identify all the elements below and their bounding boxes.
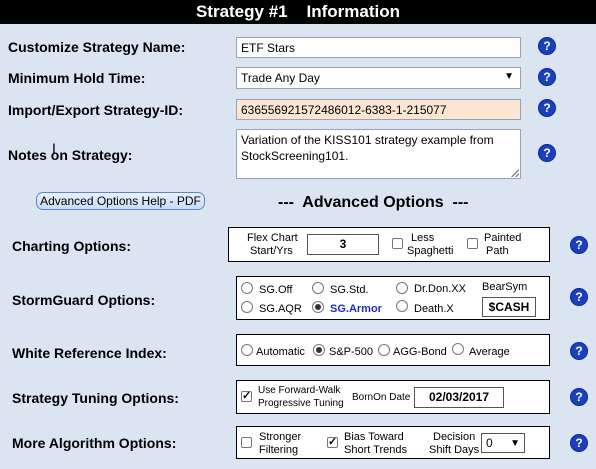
help-icon[interactable]: ? — [570, 288, 588, 306]
forward-walk-checkbox[interactable] — [241, 389, 252, 402]
less-spaghetti-checkbox[interactable] — [392, 238, 403, 249]
bias-short-trends-label-2: Short Trends — [344, 444, 407, 456]
help-icon[interactable]: ? — [570, 388, 588, 406]
stronger-filtering-checkbox[interactable] — [241, 437, 252, 448]
stronger-filtering-label: Stronger — [259, 431, 302, 443]
stronger-filtering-label-2: Filtering — [259, 444, 299, 456]
average-label: Average — [469, 346, 510, 358]
flex-chart-label-2: Start/Yrs — [250, 245, 293, 257]
white-reference-label: White Reference Index: — [12, 345, 167, 361]
import-export-label: Import/Export Strategy-ID: — [8, 102, 184, 118]
decision-shift-label-2: Shift Days — [429, 444, 480, 456]
help-icon[interactable]: ? — [538, 99, 556, 117]
hold-time-label: Minimum Hold Time: — [8, 70, 146, 86]
help-icon[interactable]: ? — [538, 144, 556, 162]
text-cursor-icon: I — [52, 140, 56, 156]
forward-walk-label-2: Progressive Tuning — [258, 398, 344, 409]
born-on-label: BornOn Date — [352, 392, 411, 403]
flex-chart-label: Flex Chart — [247, 232, 298, 244]
tuning-options-panel: Use Forward-Walk Progressive Tuning Born… — [236, 380, 550, 414]
flex-chart-years-input[interactable]: 3 — [307, 234, 379, 255]
dr-don-label: Dr.Don.XX — [414, 283, 466, 295]
shift-days-select[interactable]: 0 ▼ — [481, 433, 525, 453]
stormguard-options-label: StormGuard Options: — [12, 292, 156, 308]
strategy-tuning-label: Strategy Tuning Options: — [12, 390, 179, 406]
less-spaghetti-label: Less — [411, 232, 435, 244]
sg-aqr-label: SG.AQR — [259, 303, 302, 315]
painted-path-checkbox[interactable] — [467, 238, 478, 249]
notes-value: Variation of the KISS101 strategy exampl… — [241, 133, 494, 163]
sp500-label: S&P-500 — [329, 346, 374, 358]
forward-walk-label: Use Forward-Walk — [258, 385, 341, 396]
agg-bond-label: AGG-Bond — [393, 346, 447, 358]
sp500-radio[interactable] — [313, 344, 325, 356]
strategy-name-label: Customize Strategy Name: — [8, 39, 186, 55]
title-strategy: Strategy #1 — [195, 2, 288, 21]
sg-armor-radio[interactable] — [312, 301, 324, 313]
average-radio[interactable] — [452, 343, 464, 355]
charting-options-panel: Flex Chart Start/Yrs 3 Less Spaghetti Pa… — [228, 227, 550, 262]
sg-off-radio[interactable] — [241, 282, 253, 294]
hold-time-select[interactable]: Trade Any Day ▼ — [236, 67, 521, 89]
advanced-help-pdf-button[interactable]: Advanced Options Help - PDF — [36, 192, 205, 210]
advanced-options-heading: --- Advanced Options --- — [278, 194, 469, 211]
notes-label: Notes on Strategy: — [8, 147, 133, 163]
reference-options-panel: Automatic S&P-500 AGG-Bond Average — [236, 334, 550, 366]
bearsym-input[interactable]: $CASH — [482, 297, 536, 317]
bearsym-label: BearSym — [482, 281, 528, 293]
bias-short-trends-label: Bias Toward — [344, 431, 404, 443]
dr-don-radio[interactable] — [396, 282, 408, 294]
death-x-label: Death.X — [414, 303, 454, 315]
title-information: Information — [306, 2, 401, 21]
charting-options-label: Charting Options: — [12, 238, 131, 254]
automatic-radio[interactable] — [241, 344, 253, 356]
title-bar: Strategy #1 Information — [0, 0, 596, 24]
decision-shift-label: Decision — [433, 431, 476, 443]
death-x-radio[interactable] — [396, 300, 408, 312]
painted-path-label-2: Path — [486, 245, 509, 257]
chevron-down-icon: ▼ — [510, 438, 520, 449]
automatic-label: Automatic — [256, 346, 305, 358]
less-spaghetti-label-2: Spaghetti — [407, 245, 454, 257]
strategy-id-value: 636556921572486012-6383-1-215077 — [241, 102, 447, 117]
sg-armor-label: SG.Armor — [330, 303, 382, 315]
painted-path-label: Painted — [484, 232, 522, 244]
help-icon[interactable]: ? — [538, 37, 556, 55]
strategy-id-input[interactable]: 636556921572486012-6383-1-215077 — [236, 99, 521, 120]
shift-days-value: 0 — [486, 436, 493, 450]
help-icon[interactable]: ? — [570, 236, 588, 254]
chevron-down-icon: ▼ — [504, 71, 514, 82]
sg-aqr-radio[interactable] — [241, 301, 253, 313]
sg-std-radio[interactable] — [312, 282, 324, 294]
hold-time-value: Trade Any Day — [241, 71, 320, 85]
born-on-date-input[interactable]: 02/03/2017 — [414, 387, 504, 408]
notes-textarea[interactable]: Variation of the KISS101 strategy exampl… — [236, 129, 521, 179]
sg-std-label: SG.Std. — [330, 284, 369, 296]
help-icon[interactable]: ? — [570, 434, 588, 452]
stormguard-options-panel: SG.Off SG.Std. Dr.Don.XX BearSym SG.AQR … — [236, 276, 550, 320]
help-icon[interactable]: ? — [570, 342, 588, 360]
strategy-name-value: ETF Stars — [241, 40, 296, 55]
algorithm-options-label: More Algorithm Options: — [12, 435, 177, 451]
help-icon[interactable]: ? — [538, 68, 556, 86]
strategy-name-input[interactable]: ETF Stars — [236, 37, 521, 58]
resize-handle-icon[interactable] — [511, 169, 519, 177]
algorithm-options-panel: Stronger Filtering Bias Toward Short Tre… — [236, 426, 550, 459]
sg-off-label: SG.Off — [259, 284, 293, 296]
agg-bond-radio[interactable] — [378, 344, 390, 356]
bias-short-trends-checkbox[interactable] — [327, 435, 338, 448]
